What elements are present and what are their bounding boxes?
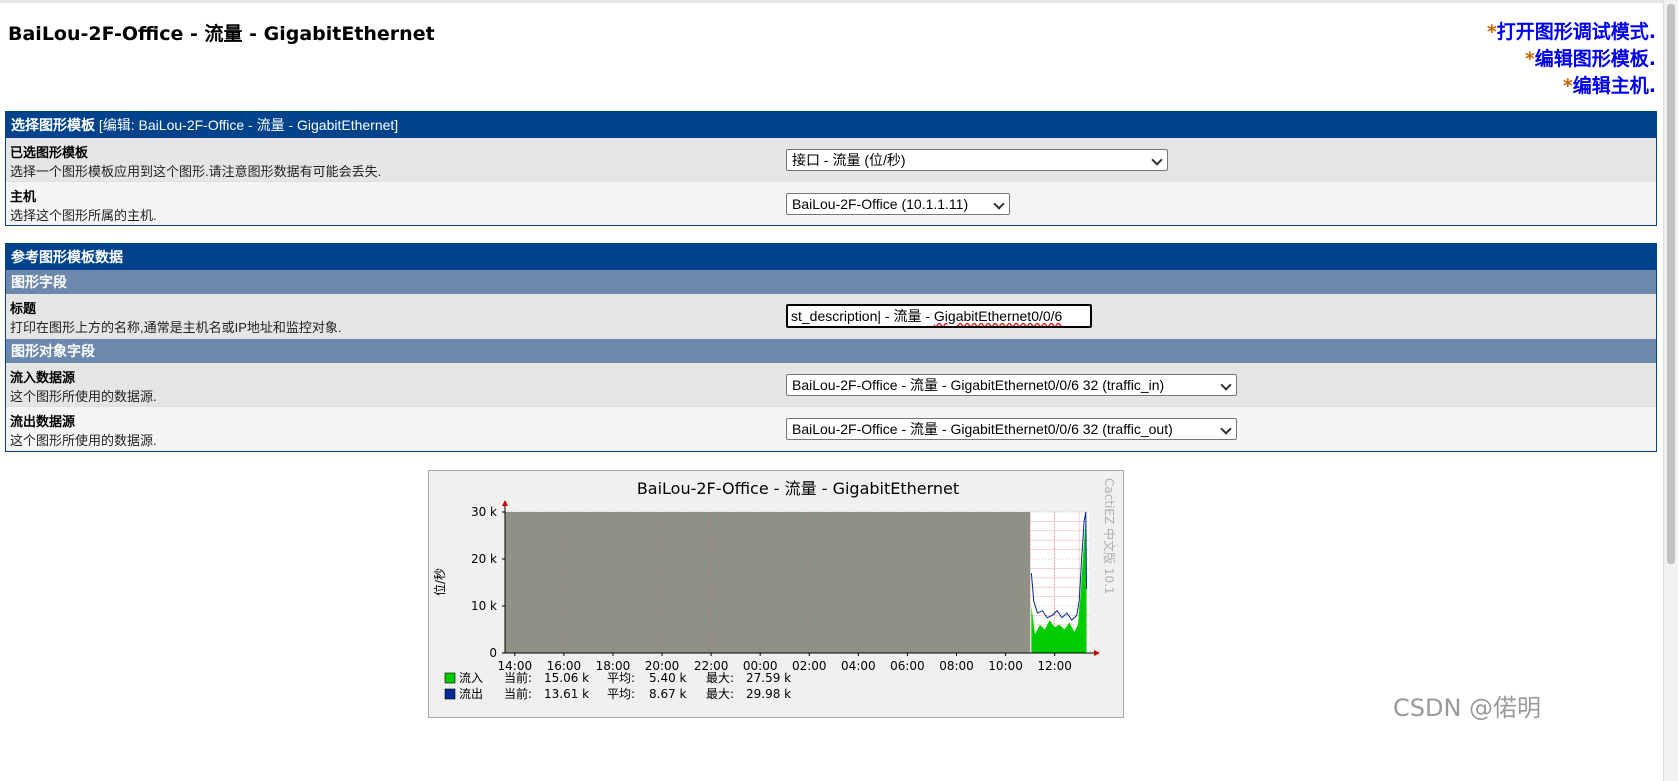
graph-fields-header: 图形字段	[6, 270, 1656, 294]
x-tick-label: 08:00	[939, 659, 974, 673]
legend-max-label: 最大:	[706, 671, 734, 685]
template-selection-box: 选择图形模板 [编辑: BaiLou-2F-Office - 流量 - Giga…	[5, 111, 1657, 226]
y-tick-label: 10 k	[471, 599, 497, 613]
host-select[interactable]: BaiLou-2F-Office (10.1.1.11)	[786, 193, 1010, 215]
traffic-in-select[interactable]: BaiLou-2F-Office - 流量 - GigabitEthernet0…	[786, 374, 1237, 396]
x-tick-label: 12:00	[1037, 659, 1072, 673]
plot-layer: 010 k20 k30 k14:00 16:00 18:00 20:00 22:00 00…	[471, 500, 1100, 673]
host-desc: 选择这个图形所属的主机.	[10, 208, 157, 223]
template-data-box: 参考图形模板数据 图形字段 标题 打印在图形上方的名称,通常是主机名或IP地址和…	[5, 243, 1657, 452]
traffic-graph[interactable]: BaiLou-2F-Office - 流量 - GigabitEthernet …	[428, 470, 1124, 718]
edit-host-link[interactable]: *编辑主机.	[1487, 73, 1656, 100]
graph-title-input[interactable]: st_description| - 流量 - GigabitEthernet0/…	[786, 304, 1092, 328]
y-tick-label: 0	[489, 646, 497, 660]
toggle-graph-debug-link[interactable]: *打开图形调试模式.	[1487, 19, 1656, 46]
action-links: *打开图形调试模式. *编辑图形模板. *编辑主机.	[1487, 19, 1656, 100]
page-title: BaiLou-2F-Office - 流量 - GigabitEthernet	[8, 23, 435, 45]
legend-swatch	[444, 688, 456, 700]
row-title: 标题 打印在图形上方的名称,通常是主机名或IP地址和监控对象. st_descr…	[6, 294, 1656, 339]
chevron-down-icon	[1220, 423, 1232, 435]
graph-side-label: CactiEZ 中文版 10.1	[1102, 478, 1117, 595]
traffic-graph-svg: BaiLou-2F-Office - 流量 - GigabitEthernet …	[428, 470, 1124, 718]
chevron-down-icon	[1151, 154, 1163, 166]
legend-avg-label: 平均:	[607, 687, 635, 701]
page-scrollbar[interactable]	[1663, 0, 1678, 781]
x-tick-label: 10:00	[988, 659, 1023, 673]
graph-template-select[interactable]: 接口 - 流量 (位/秒)	[786, 149, 1168, 171]
traffic-in-desc: 这个图形所使用的数据源.	[10, 389, 157, 404]
traffic-out-select[interactable]: BaiLou-2F-Office - 流量 - GigabitEthernet0…	[786, 418, 1237, 440]
row-traffic-in: 流入数据源 这个图形所使用的数据源. BaiLou-2F-Office - 流量…	[6, 363, 1656, 407]
traffic-in-label: 流入数据源	[10, 370, 76, 385]
graph-items-header: 图形对象字段	[6, 339, 1656, 363]
template-box-header: 选择图形模板 [编辑: BaiLou-2F-Office - 流量 - Giga…	[6, 112, 1656, 138]
title-label: 标题	[10, 301, 37, 316]
top-border	[0, 0, 1678, 3]
no-data-band	[505, 512, 1031, 653]
legend-current-label: 当前:	[504, 670, 532, 685]
csdn-watermark: CSDN @偌明	[1393, 694, 1542, 722]
x-tick-label: 04:00	[841, 659, 876, 673]
legend-swatch	[444, 672, 456, 684]
legend-current-value: 13.61 k	[544, 687, 589, 701]
graph-template-desc: 选择一个图形模板应用到这个图形.请注意图形数据有可能会丢失.	[10, 164, 382, 179]
graph-title: BaiLou-2F-Office - 流量 - GigabitEthernet	[637, 479, 959, 498]
scrollbar-thumb[interactable]	[1667, 4, 1675, 564]
x-tick-label: 06:00	[890, 659, 925, 673]
legend-series-name: 流入	[459, 671, 483, 685]
y-tick-label: 30 k	[471, 505, 497, 519]
y-tick-label: 20 k	[471, 552, 497, 566]
chevron-down-icon	[993, 198, 1005, 210]
row-host: 主机 选择这个图形所属的主机. BaiLou-2F-Office (10.1.1…	[6, 182, 1656, 225]
traffic-out-label: 流出数据源	[10, 414, 76, 429]
legend-current-value: 15.06 k	[544, 671, 589, 685]
legend-max-label: 最大:	[706, 687, 734, 701]
legend-avg-value: 8.67 k	[649, 687, 687, 701]
data-box-header: 参考图形模板数据	[6, 244, 1656, 270]
traffic-out-desc: 这个图形所使用的数据源.	[10, 433, 157, 448]
legend-max-value: 27.59 k	[746, 671, 791, 685]
legend-current-label: 当前:	[504, 686, 532, 701]
legend-avg-label: 平均:	[607, 671, 635, 685]
graph-y-label: 位/秒	[432, 568, 447, 596]
legend-avg-value: 5.40 k	[649, 671, 687, 685]
template-box-edit-label: [编辑: BaiLou-2F-Office - 流量 - GigabitEthe…	[98, 117, 399, 133]
row-traffic-out: 流出数据源 这个图形所使用的数据源. BaiLou-2F-Office - 流量…	[6, 407, 1656, 451]
edit-graph-template-link[interactable]: *编辑图形模板.	[1487, 46, 1656, 73]
row-graph-template: 已选图形模板 选择一个图形模板应用到这个图形.请注意图形数据有可能会丢失. 接口…	[6, 138, 1656, 182]
chevron-down-icon	[1220, 379, 1232, 391]
title-desc: 打印在图形上方的名称,通常是主机名或IP地址和监控对象.	[10, 320, 342, 335]
legend-series-name: 流出	[459, 687, 483, 701]
x-tick-label: 02:00	[792, 659, 827, 673]
legend-max-value: 29.98 k	[746, 687, 791, 701]
graph-template-label: 已选图形模板	[10, 145, 89, 160]
host-label: 主机	[10, 189, 37, 204]
